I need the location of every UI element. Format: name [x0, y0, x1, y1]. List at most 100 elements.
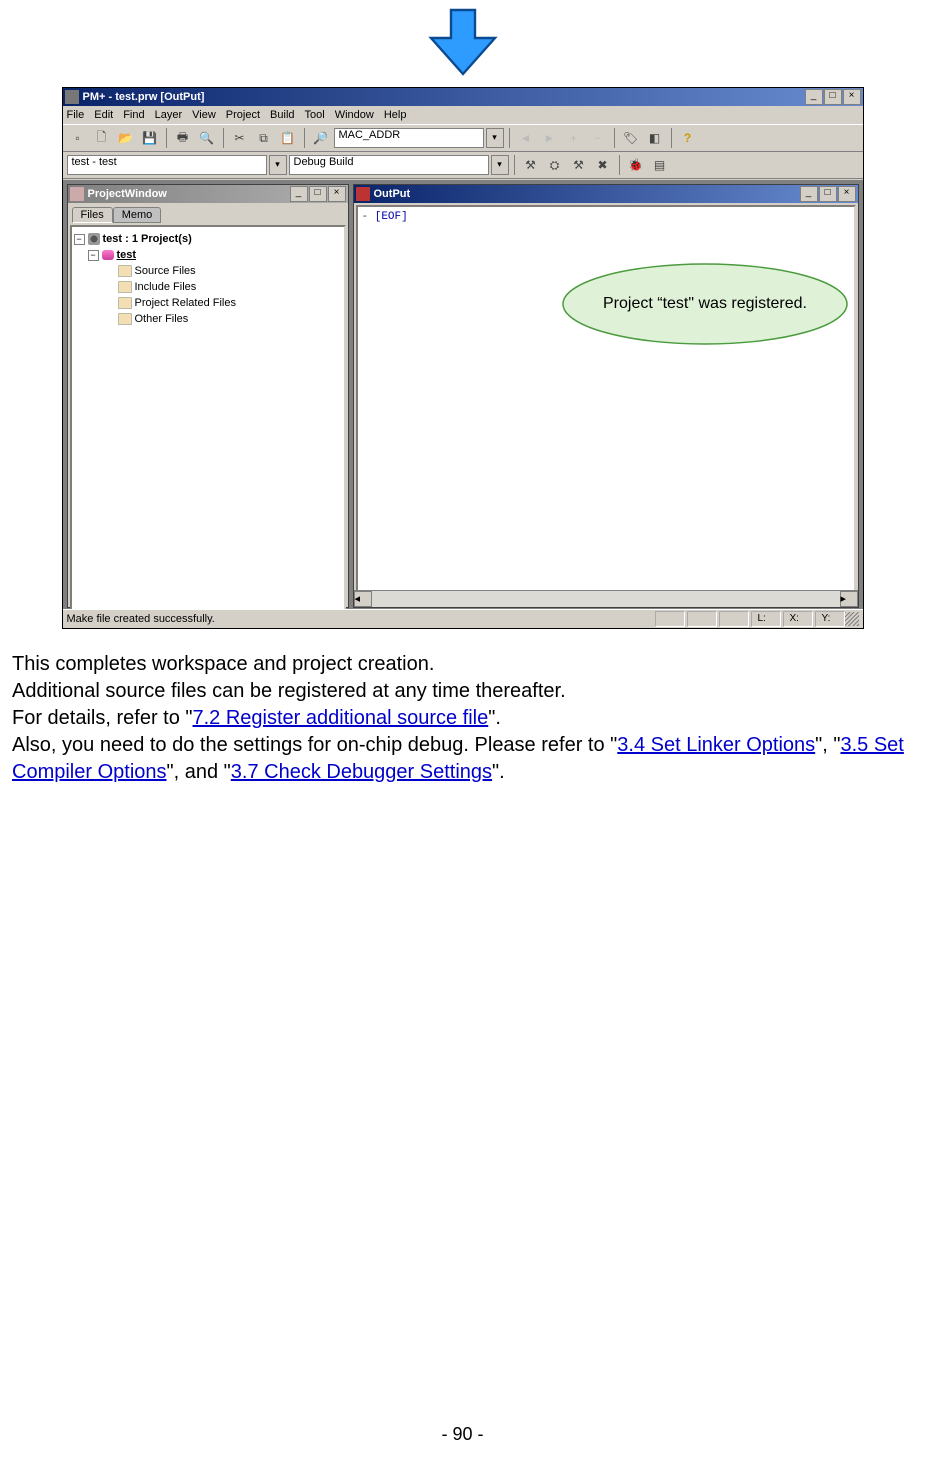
- project-tree[interactable]: − test : 1 Project(s) − test Source File…: [70, 225, 346, 617]
- project-icon: [102, 250, 114, 260]
- outwin-min-button[interactable]: _: [800, 186, 818, 202]
- tree-folder-label: Source Files: [135, 265, 196, 277]
- print-icon[interactable]: 🖶: [172, 127, 194, 149]
- build-config-select[interactable]: Debug Build: [289, 155, 489, 175]
- nav-fwd-icon[interactable]: ►: [539, 127, 561, 149]
- menu-tool[interactable]: Tool: [305, 109, 325, 121]
- menu-project[interactable]: Project: [226, 109, 260, 121]
- debug-icon[interactable]: 🐞: [625, 154, 647, 176]
- expand-icon[interactable]: −: [88, 250, 99, 261]
- output-hscrollbar[interactable]: ◂ ▸: [354, 590, 858, 607]
- scroll-left-icon[interactable]: ◂: [354, 591, 372, 607]
- text-run: ".: [488, 707, 501, 729]
- outwin-close-button[interactable]: ×: [838, 186, 856, 202]
- project-window: ProjectWindow _ □ × Files Memo − test: [67, 184, 349, 608]
- tree-folder[interactable]: Source Files: [118, 263, 342, 279]
- new-doc-icon[interactable]: 🗋: [91, 127, 113, 149]
- menu-help[interactable]: Help: [384, 109, 407, 121]
- status-cell: [719, 611, 749, 627]
- menu-build[interactable]: Build: [270, 109, 294, 121]
- scroll-track[interactable]: [372, 591, 840, 607]
- projwin-max-button[interactable]: □: [309, 186, 327, 202]
- link-7-2[interactable]: 7.2 Register additional source file: [193, 707, 489, 729]
- tree-folder[interactable]: Project Related Files: [118, 295, 342, 311]
- statusbar: Make file created successfully. L: X: Y:: [63, 609, 863, 628]
- app-icon: [65, 90, 79, 104]
- build-config-drop[interactable]: ▾: [491, 155, 509, 175]
- maximize-button[interactable]: □: [824, 89, 842, 105]
- tree-project[interactable]: − test: [88, 247, 342, 263]
- tree-folder-label: Include Files: [135, 281, 197, 293]
- copy-icon[interactable]: ⧉: [253, 127, 275, 149]
- status-Y: Y:: [815, 611, 845, 627]
- paragraph: Additional source files can be registere…: [12, 678, 917, 705]
- project-window-icon: [70, 187, 84, 201]
- search-combo-drop[interactable]: ▾: [486, 128, 504, 148]
- projwin-min-button[interactable]: _: [290, 186, 308, 202]
- project-select[interactable]: test - test: [67, 155, 267, 175]
- text-run: ".: [492, 761, 505, 783]
- link-3-4[interactable]: 3.4 Set Linker Options: [617, 734, 815, 756]
- tool-b-icon[interactable]: ◧: [644, 127, 666, 149]
- nav-down-icon[interactable]: −: [587, 127, 609, 149]
- project-window-title: ProjectWindow: [88, 188, 290, 200]
- text-run: For details, refer to ": [12, 707, 193, 729]
- expand-icon[interactable]: −: [74, 234, 85, 245]
- nav-back-icon[interactable]: ◄: [515, 127, 537, 149]
- save-icon[interactable]: 💾: [139, 127, 161, 149]
- tree-project-label: test: [117, 249, 137, 261]
- print-preview-icon[interactable]: 🔍: [196, 127, 218, 149]
- menu-file[interactable]: File: [67, 109, 85, 121]
- minimize-button[interactable]: _: [805, 89, 823, 105]
- status-X: X:: [783, 611, 813, 627]
- output-eof: [EOF]: [375, 211, 408, 223]
- output-window-title: OutPut: [374, 188, 800, 200]
- cut-icon[interactable]: ✂: [229, 127, 251, 149]
- tree-root[interactable]: − test : 1 Project(s): [74, 231, 342, 247]
- find-icon[interactable]: 🔎: [310, 127, 332, 149]
- project-select-drop[interactable]: ▾: [269, 155, 287, 175]
- tab-files[interactable]: Files: [72, 207, 113, 223]
- output-window-icon: [356, 187, 370, 201]
- paragraph: This completes workspace and project cre…: [12, 651, 917, 678]
- outwin-max-button[interactable]: □: [819, 186, 837, 202]
- folder-icon: [118, 281, 132, 293]
- tab-memo[interactable]: Memo: [113, 207, 162, 223]
- main-title: PM+ - test.prw [OutPut]: [83, 91, 805, 103]
- tool-a-icon[interactable]: 🏷: [620, 127, 642, 149]
- new-file-icon[interactable]: ▫: [67, 127, 89, 149]
- workspace-icon: [88, 233, 100, 245]
- tree-folder-label: Other Files: [135, 313, 189, 325]
- close-button[interactable]: ×: [843, 89, 861, 105]
- pm-plus-screenshot: PM+ - test.prw [OutPut] _ □ × File Edit …: [62, 87, 864, 629]
- menu-view[interactable]: View: [192, 109, 216, 121]
- link-3-7[interactable]: 3.7 Check Debugger Settings: [231, 761, 492, 783]
- resize-grip-icon[interactable]: [845, 612, 859, 626]
- mdi-workarea: ProjectWindow _ □ × Files Memo − test: [63, 180, 863, 610]
- scroll-right-icon[interactable]: ▸: [840, 591, 858, 607]
- menu-edit[interactable]: Edit: [94, 109, 113, 121]
- body-text: This completes workspace and project cre…: [0, 629, 925, 786]
- tree-root-label: test : 1 Project(s): [103, 233, 192, 245]
- tree-folder[interactable]: Other Files: [118, 311, 342, 327]
- text-run: Also, you need to do the settings for on…: [12, 734, 617, 756]
- rebuild-icon[interactable]: ⛭: [544, 154, 566, 176]
- menu-window[interactable]: Window: [335, 109, 374, 121]
- build-all-icon[interactable]: ⚒: [568, 154, 590, 176]
- menu-find[interactable]: Find: [123, 109, 144, 121]
- stop-build-icon[interactable]: ✖: [592, 154, 614, 176]
- build-icon[interactable]: ⚒: [520, 154, 542, 176]
- search-combo[interactable]: MAC_ADDR: [334, 128, 484, 148]
- status-L: L:: [751, 611, 781, 627]
- projwin-close-button[interactable]: ×: [328, 186, 346, 202]
- paste-icon[interactable]: 📋: [277, 127, 299, 149]
- help-icon[interactable]: ?: [677, 127, 699, 149]
- open-icon[interactable]: 📂: [115, 127, 137, 149]
- nav-up-icon[interactable]: +: [563, 127, 585, 149]
- folder-icon: [118, 265, 132, 277]
- callout-text: Project “test" was registered.: [560, 260, 850, 348]
- download-icon[interactable]: ▤: [649, 154, 671, 176]
- tree-folder[interactable]: Include Files: [118, 279, 342, 295]
- text-run: ", and ": [167, 761, 231, 783]
- menu-layer[interactable]: Layer: [155, 109, 183, 121]
